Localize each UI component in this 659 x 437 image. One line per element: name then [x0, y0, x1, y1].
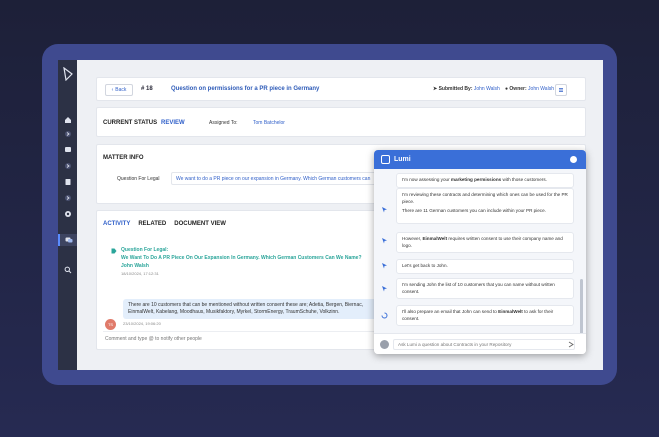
question-label: Question For Legal: [117, 176, 160, 182]
tab-document-view[interactable]: DOCUMENT VIEW: [174, 221, 226, 227]
lumi-input-bar: [374, 333, 586, 354]
lumi-message: I'll also prepare an email that John can…: [396, 305, 574, 326]
back-button[interactable]: ‹ Back: [105, 84, 133, 96]
settings-icon[interactable]: [58, 208, 77, 220]
entry-question: We Want To Do A PR Piece On Our Expansio…: [121, 255, 362, 261]
sidebar: [58, 60, 77, 370]
lumi-messages: I'm now assessing your marketing permiss…: [374, 169, 586, 335]
tag-icon: [111, 248, 117, 254]
tab-activity[interactable]: ACTIVITY: [103, 221, 130, 227]
lumi-chat-panel: Lumi I'm now assessing your marketing pe…: [374, 150, 586, 354]
attach-icon[interactable]: [380, 340, 389, 349]
cursor-icon: [382, 263, 387, 269]
list-icon: [559, 88, 563, 92]
search-icon[interactable]: [58, 264, 77, 276]
owner: ● Owner: John Walsh: [505, 86, 554, 92]
matter-info-title: MATTER INFO: [103, 155, 144, 161]
cursor-icon: [382, 207, 387, 213]
chevron-right-icon[interactable]: [58, 160, 77, 172]
menu-button[interactable]: [555, 84, 567, 96]
entry-title: Question For Legal:: [121, 247, 169, 253]
back-label: Back: [115, 87, 127, 93]
lumi-input[interactable]: [393, 339, 575, 350]
lumi-message: However, EinmalWelt requires written con…: [396, 232, 574, 253]
reply-date: 23/10/2024, 19:06:20: [123, 321, 161, 326]
activity-tabs: ACTIVITY RELATED DOCUMENT VIEW: [103, 221, 226, 227]
close-icon[interactable]: [570, 156, 577, 163]
user-icon: ●: [505, 86, 509, 92]
submitted-by-label: Submitted By:: [438, 86, 473, 92]
matter-header: ‹ Back # 18 Question on permissions for …: [96, 77, 586, 101]
lumi-header: Lumi: [374, 150, 586, 169]
status-label: CURRENT STATUS: [103, 120, 158, 126]
loading-icon: [381, 312, 388, 319]
entry-date: 18/10/2024, 17:12:31: [121, 271, 159, 276]
cursor-icon: [382, 238, 387, 244]
chat-icon[interactable]: [58, 144, 77, 156]
lumi-title: Lumi: [394, 156, 411, 163]
lumi-message: Let's get back to John.: [396, 259, 574, 274]
lumi-message: I'm sending John the list of 10 customer…: [396, 278, 574, 299]
submitted-by-value[interactable]: John Walsh: [474, 86, 500, 92]
status-badge[interactable]: REVIEW: [161, 120, 185, 126]
entry-author: John Walsh: [121, 263, 149, 269]
lumi-message: I'm reviewing these contracts and determ…: [396, 188, 574, 224]
assigned-label: Assigned To:: [209, 120, 238, 126]
owner-value[interactable]: John Walsh: [528, 86, 554, 92]
app-logo: [63, 67, 73, 81]
send-icon[interactable]: [568, 341, 574, 348]
lumi-chat-icon[interactable]: [58, 234, 77, 246]
lumi-message: I'm now assessing your marketing permiss…: [396, 173, 574, 188]
chevron-left-icon: ‹: [111, 87, 114, 93]
lumi-logo-icon: [381, 155, 390, 164]
submitted-by: ➤ Submitted By: John Walsh: [433, 86, 500, 92]
chevron-right-icon[interactable]: [58, 128, 77, 140]
owner-label: Owner:: [509, 86, 527, 92]
reply-bubble: There are 10 customers that can be menti…: [123, 299, 385, 319]
page-title: Question on permissions for a PR piece i…: [171, 86, 320, 92]
chevron-right-icon[interactable]: [58, 192, 77, 204]
matter-number: # 18: [141, 86, 153, 92]
tab-related[interactable]: RELATED: [138, 221, 166, 227]
avatar: TS: [105, 319, 116, 330]
document-icon[interactable]: [58, 176, 77, 188]
home-icon[interactable]: [58, 114, 77, 126]
scrollbar[interactable]: [580, 279, 583, 335]
send-icon: ➤: [433, 86, 438, 92]
assigned-value[interactable]: Tom Batchelor: [253, 120, 285, 126]
status-card: CURRENT STATUS REVIEW Assigned To: Tom B…: [96, 107, 586, 137]
cursor-icon: [382, 286, 387, 292]
